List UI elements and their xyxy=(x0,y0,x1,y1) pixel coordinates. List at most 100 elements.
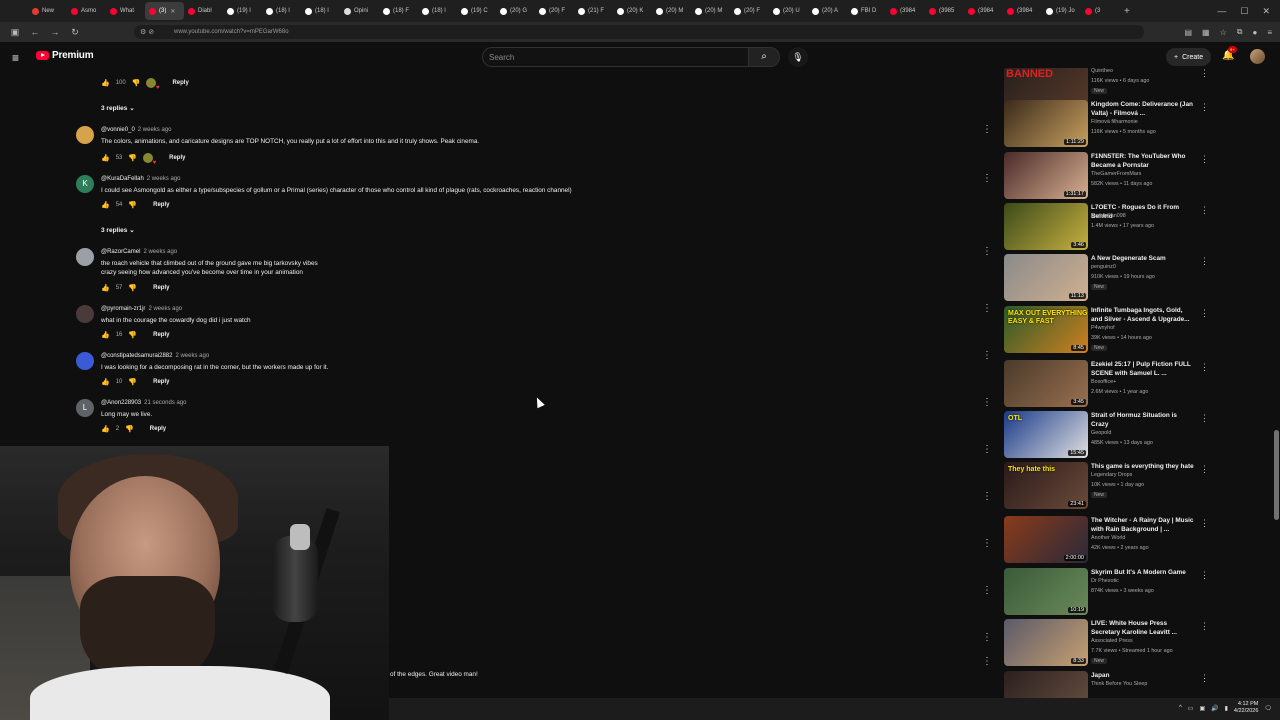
browser-tab[interactable]: (3984 xyxy=(886,2,925,20)
video-title[interactable]: Skyrim But It's A Modern Game xyxy=(1091,568,1195,577)
browser-tab[interactable]: (19) Jo xyxy=(1042,2,1081,20)
video-thumbnail[interactable]: They hate this 23:41 xyxy=(1004,462,1088,509)
comment-menu-icon[interactable]: ⋮ xyxy=(982,173,992,184)
comment-author[interactable]: @constipatedsamurai2882 2 weeks ago xyxy=(101,353,209,359)
video-menu-icon[interactable]: ⋮ xyxy=(1200,673,1209,684)
like-icon[interactable]: 👍 xyxy=(101,79,110,87)
site-info-icon[interactable]: ⚙ ⊘ xyxy=(140,28,154,36)
comment-author[interactable]: @Anon228903 21 seconds ago xyxy=(101,400,187,406)
recommended-video[interactable]: 8:33 LIVE: White House Press Secretary Ka… xyxy=(1004,619,1270,669)
browser-tab[interactable]: (19) l xyxy=(223,2,262,20)
display-icon[interactable]: ▣ xyxy=(1199,705,1205,712)
video-title[interactable]: A New Degenerate Scam xyxy=(1091,254,1195,263)
browser-tab[interactable]: (20) U xyxy=(769,2,808,20)
browser-tab[interactable]: (20) K xyxy=(613,2,652,20)
browser-tab[interactable]: (19) C xyxy=(457,2,496,20)
recommended-video[interactable]: 3:45 Ezekiel 25:17 | Pulp Fiction FULL SC… xyxy=(1004,360,1270,410)
dislike-icon[interactable]: 👎 xyxy=(128,378,137,386)
video-menu-icon[interactable]: ⋮ xyxy=(1200,256,1209,267)
video-menu-icon[interactable]: ⋮ xyxy=(1200,413,1209,424)
browser-tab[interactable]: (3) ✕ xyxy=(145,2,184,20)
like-icon[interactable]: 👍 xyxy=(101,378,110,386)
video-thumbnail[interactable]: MAX OUT EVERYTHING EASY & FAST 8:45 xyxy=(1004,306,1088,353)
video-thumbnail[interactable]: OTL 15:45 xyxy=(1004,411,1088,458)
dislike-icon[interactable]: 👎 xyxy=(128,331,137,339)
minimize-icon[interactable]: — xyxy=(1217,6,1226,16)
like-icon[interactable]: 👍 xyxy=(101,331,110,339)
comment-menu-icon[interactable]: ⋮ xyxy=(982,124,992,135)
browser-tab[interactable]: (18) l xyxy=(301,2,340,20)
dislike-icon[interactable]: 👎 xyxy=(128,154,137,162)
recommended-video[interactable]: 2:00:00 The Witcher - A Rainy Day | Music… xyxy=(1004,516,1270,566)
recommended-video[interactable]: 1:11:29 Kingdom Come: Deliverance (Jan Va… xyxy=(1004,100,1270,150)
comment-menu-icon[interactable]: ⋮ xyxy=(982,538,992,549)
channel-name[interactable]: TheGamerFromMars xyxy=(1091,171,1141,177)
network-icon[interactable]: ▭ xyxy=(1188,705,1194,712)
recommended-video[interactable]: 10:19 Skyrim But It's A Modern Game Dr Phe… xyxy=(1004,568,1270,618)
like-icon[interactable]: 👍 xyxy=(101,201,110,209)
browser-tab[interactable]: (20) A xyxy=(808,2,847,20)
channel-name[interactable]: Quintheo xyxy=(1091,68,1113,74)
channel-name[interactable]: penguinz0 xyxy=(1091,264,1116,270)
back-icon[interactable]: ← xyxy=(30,27,40,37)
youtube-premium-logo[interactable]: Premium xyxy=(36,50,94,61)
reply-button[interactable]: Reply xyxy=(153,202,169,208)
video-title[interactable]: Ezekiel 25:17 | Pulp Fiction FULL SCENE … xyxy=(1091,360,1195,378)
browser-tab[interactable]: (3984 xyxy=(964,2,1003,20)
video-title[interactable]: LIVE: White House Press Secretary Karoli… xyxy=(1091,619,1195,637)
comment-menu-icon[interactable]: ⋮ xyxy=(982,491,992,502)
scrollbar-thumb[interactable] xyxy=(1274,430,1279,520)
avatar[interactable] xyxy=(76,126,94,144)
like-icon[interactable]: 👍 xyxy=(101,284,110,292)
comment-author[interactable]: @vonnie0_0 2 weeks ago xyxy=(101,127,172,133)
browser-tab[interactable]: (20) M xyxy=(691,2,730,20)
channel-name[interactable]: Think Before You Sleep xyxy=(1091,681,1147,687)
video-menu-icon[interactable]: ⋮ xyxy=(1200,154,1209,165)
video-menu-icon[interactable]: ⋮ xyxy=(1200,68,1209,79)
search-button[interactable]: ⌕ xyxy=(748,47,780,67)
guide-menu-icon[interactable]: ≡ xyxy=(12,51,19,65)
browser-tab[interactable]: FBI D xyxy=(847,2,886,20)
view-replies-button[interactable]: 3 replies ⌄ xyxy=(101,104,135,112)
video-title[interactable]: F1NN5TER: The YouTuber Who Became a Porn… xyxy=(1091,152,1195,170)
recommended-video[interactable]: 1:31:17 F1NN5TER: The YouTuber Who Became… xyxy=(1004,152,1270,202)
browser-tab[interactable]: (20) M xyxy=(652,2,691,20)
video-title[interactable]: Infinite Tumbaga Ingots, Gold, and Silve… xyxy=(1091,306,1195,324)
avatar[interactable] xyxy=(76,352,94,370)
reply-button[interactable]: Reply xyxy=(153,379,169,385)
close-icon[interactable]: ✕ xyxy=(1262,6,1270,17)
video-thumbnail[interactable]: 11:13 xyxy=(1004,254,1088,301)
comment-menu-icon[interactable]: ⋮ xyxy=(982,656,992,667)
volume-icon[interactable]: 🔊 xyxy=(1211,705,1218,712)
browser-tab[interactable]: (3985 xyxy=(925,2,964,20)
browser-tab[interactable]: (20) F xyxy=(535,2,574,20)
channel-name[interactable]: Boxoffice+ xyxy=(1091,379,1116,385)
notifications-button[interactable]: 🔔 9+ xyxy=(1222,46,1237,61)
comment-menu-icon[interactable]: ⋮ xyxy=(982,350,992,361)
channel-name[interactable]: Another World xyxy=(1091,535,1125,541)
video-menu-icon[interactable]: ⋮ xyxy=(1200,205,1209,216)
recommended-video[interactable]: OTL 15:45 Strait of Hormuz Situation is Cr… xyxy=(1004,411,1270,461)
browser-tab[interactable]: (3 xyxy=(1081,2,1120,20)
browser-tab[interactable]: (3984 xyxy=(1003,2,1042,20)
video-title[interactable]: Kingdom Come: Deliverance (Jan Valta) - … xyxy=(1091,100,1195,118)
tab-close-icon[interactable]: ✕ xyxy=(170,8,175,15)
new-tab-icon[interactable]: + xyxy=(1124,6,1130,17)
profile-icon[interactable]: ● xyxy=(1252,28,1257,37)
browser-tab[interactable]: (20) F xyxy=(730,2,769,20)
recommended-video[interactable]: 3:46 L7OETC - Rogues Do it From Behind Nar… xyxy=(1004,203,1270,253)
channel-name[interactable]: Associated Press xyxy=(1091,638,1133,644)
dislike-icon[interactable]: 👎 xyxy=(128,284,137,292)
browser-tab[interactable]: New xyxy=(28,2,67,20)
maximize-icon[interactable]: ☐ xyxy=(1240,6,1248,17)
video-thumbnail[interactable]: 3:46 xyxy=(1004,203,1088,250)
reply-button[interactable]: Reply xyxy=(153,285,169,291)
browser-tab[interactable]: (18) F xyxy=(379,2,418,20)
recommended-video[interactable]: They hate this 23:41 This game is everythi… xyxy=(1004,462,1270,512)
channel-name[interactable]: Legendary Drops xyxy=(1091,472,1132,478)
extension-icon[interactable]: ⧉ xyxy=(1237,27,1243,37)
browser-tab[interactable]: (18) l xyxy=(418,2,457,20)
video-title[interactable]: The Witcher - A Rainy Day | Music with R… xyxy=(1091,516,1195,534)
browser-tab[interactable]: Opini xyxy=(340,2,379,20)
video-menu-icon[interactable]: ⋮ xyxy=(1200,621,1209,632)
